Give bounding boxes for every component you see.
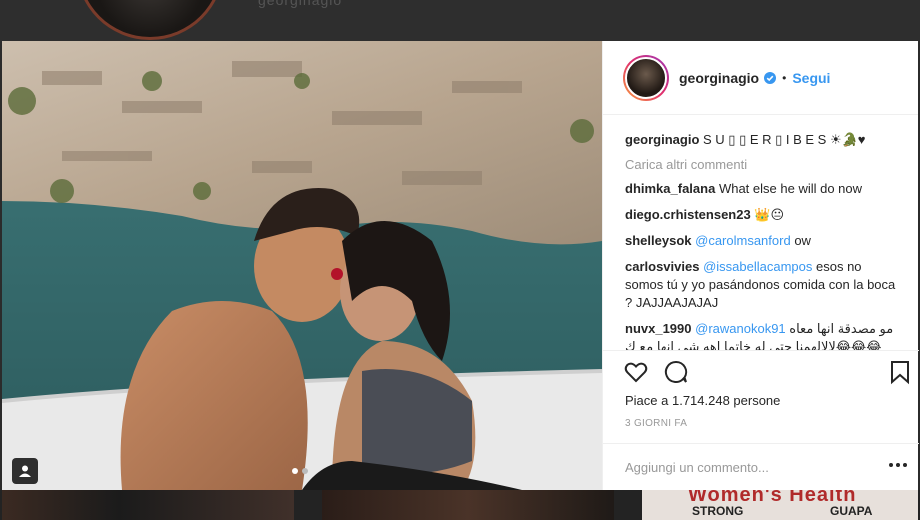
comment-mention[interactable]: @issabellacampos — [703, 259, 812, 274]
comment-username[interactable]: diego.crhistensen23 — [625, 207, 751, 222]
header-separator: • — [782, 70, 787, 85]
follow-button[interactable]: Segui — [792, 70, 830, 86]
comment-username[interactable]: shelleysok — [625, 233, 692, 248]
comment-username[interactable]: carlosvivies — [625, 259, 699, 274]
thumbnail-guapa-text: GUAPA — [830, 504, 873, 518]
comment-icon[interactable] — [663, 359, 689, 385]
post-actions: Piace a 1.714.248 persone 3 GIORNI FA — [603, 350, 919, 480]
post-username[interactable]: georginagio — [679, 70, 759, 86]
action-icons — [623, 359, 689, 385]
comment-text: What else he will do now — [718, 181, 863, 196]
caption-text: S U ▯ ▯ E R ▯ I B E S ☀🐊♥ — [703, 132, 866, 147]
carousel-indicator — [292, 468, 308, 474]
post-sidebar: georginagio • Segui georginagio S U ▯ ▯ … — [602, 41, 919, 490]
grid-thumbnail[interactable] — [2, 490, 294, 520]
avatar-image — [625, 56, 667, 99]
comment-text: ow — [790, 233, 811, 248]
comment-item: nuvx_1990 @rawanokok91 مو مصدقة انها معا… — [625, 320, 903, 350]
heart-icon[interactable] — [623, 359, 649, 385]
add-comment-bar — [603, 443, 919, 491]
comment-text: 👑😐 — [754, 207, 785, 222]
caption: georginagio S U ▯ ▯ E R ▯ I B E S ☀🐊♥ — [625, 131, 903, 149]
comment-username[interactable]: dhimka_falana — [625, 181, 715, 196]
bookmark-icon[interactable] — [887, 359, 913, 385]
thumbnail-strong-text: STRONG — [692, 504, 744, 518]
add-comment-input[interactable] — [625, 460, 865, 475]
verified-badge-icon — [764, 71, 777, 84]
photo-illustration — [2, 41, 602, 490]
avatar[interactable] — [623, 54, 669, 101]
post-modal: georginagio • Segui georginagio S U ▯ ▯ … — [2, 41, 919, 490]
likes-count[interactable]: Piace a 1.714.248 persone — [625, 393, 780, 408]
comment-item: dhimka_falana What else he will do now — [625, 180, 903, 198]
grid-thumbnail[interactable]: Women's Health STRONG GUAPA — [642, 484, 918, 520]
carousel-dot — [302, 468, 308, 474]
comment-username[interactable]: nuvx_1990 — [625, 321, 692, 336]
caption-username[interactable]: georginagio — [625, 132, 699, 147]
comment-item: shelleysok @carolmsanford ow — [625, 232, 903, 250]
carousel-dot-active — [292, 468, 298, 474]
comments-list[interactable]: georginagio S U ▯ ▯ E R ▯ I B E S ☀🐊♥ Ca… — [603, 115, 919, 350]
comment-mention[interactable]: @rawanokok91 — [695, 321, 786, 336]
post-photo[interactable] — [2, 41, 602, 490]
load-more-comments-button[interactable]: Carica altri commenti — [625, 157, 903, 172]
more-options-icon[interactable] — [889, 463, 907, 467]
comment-mention[interactable]: @carolmsanford — [695, 233, 791, 248]
post-header: georginagio • Segui — [603, 41, 918, 115]
comment-item: carlosvivies @issabellacampos esos no so… — [625, 258, 903, 312]
comment-item: diego.crhistensen23 👑😐 — [625, 206, 903, 224]
tag-user-icon[interactable] — [12, 458, 38, 484]
grid-thumbnail[interactable] — [322, 490, 614, 520]
background-profile-name: georginagio — [258, 0, 343, 8]
post-timestamp: 3 GIORNI FA — [625, 418, 688, 429]
